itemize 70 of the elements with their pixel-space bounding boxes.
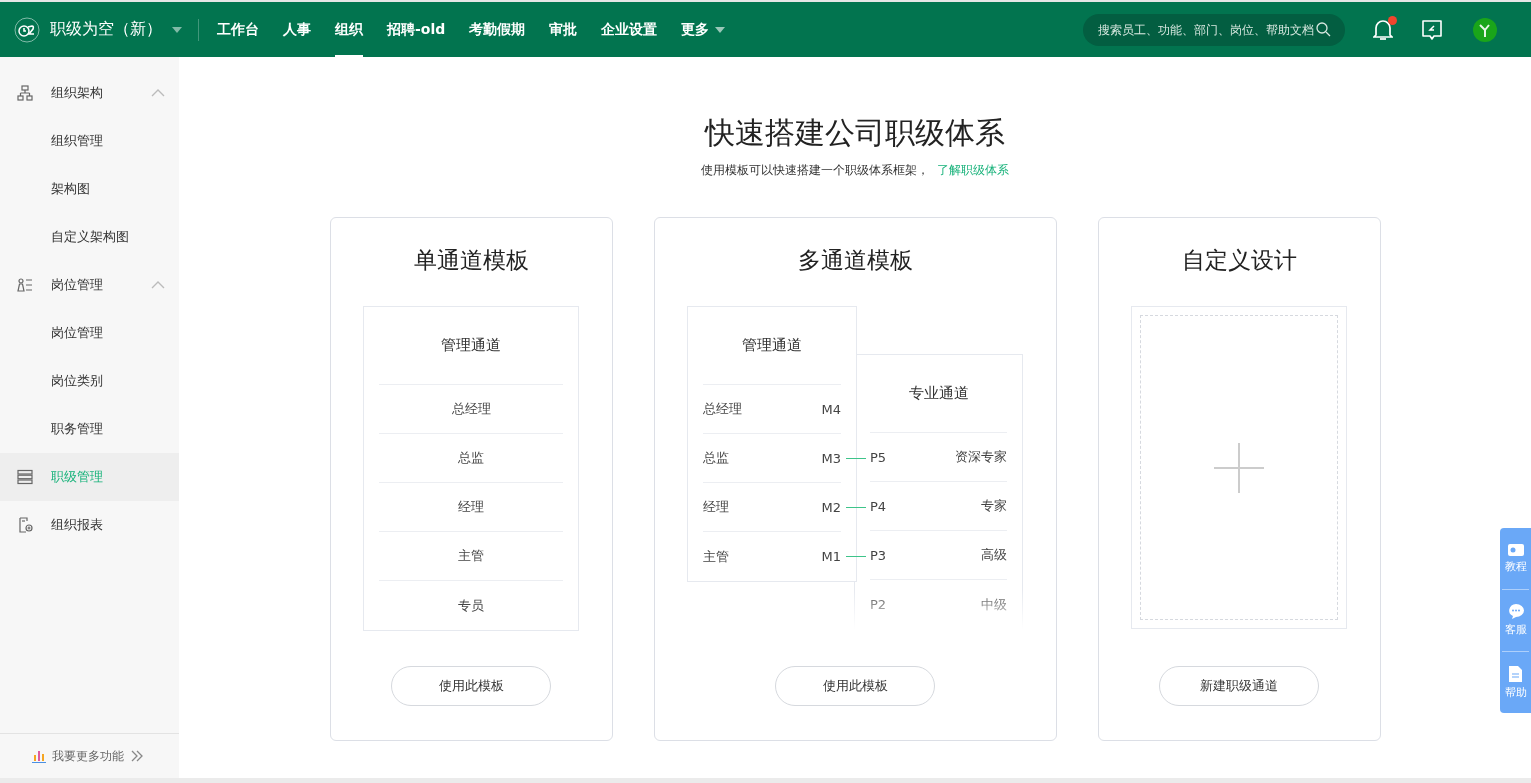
logo-icon <box>14 16 40 43</box>
nav-tab[interactable]: 审批 <box>549 1 578 58</box>
template-button[interactable]: 使用此模板 <box>391 666 551 706</box>
level-code: M1 <box>821 549 841 564</box>
sidebar-item[interactable]: 岗位管理 <box>0 309 179 357</box>
channel-title: 管理通道 <box>742 336 802 355</box>
level-code: P5 <box>870 449 887 465</box>
chevron-up-icon[interactable] <box>151 281 165 289</box>
level-name: 中级 <box>981 595 1007 614</box>
card-title: 自定义设计 <box>1181 246 1297 275</box>
chevron-up-icon[interactable] <box>151 89 165 97</box>
level-name: 总监 <box>458 449 484 467</box>
card-title: 单通道模板 <box>413 246 529 275</box>
more-menu[interactable]: 更多 <box>681 20 726 39</box>
bar-chart-icon <box>32 749 46 763</box>
level-code: P4 <box>870 498 887 514</box>
plus-icon[interactable] <box>1214 442 1264 493</box>
caret-icon[interactable] <box>715 26 726 33</box>
org-chart-icon <box>17 85 33 101</box>
document-icon <box>1509 665 1522 682</box>
card-title: 多通道模板 <box>797 246 913 275</box>
more-features-link[interactable]: 我要更多功能 <box>52 747 124 765</box>
report-icon <box>17 517 33 533</box>
channel-title: 专业通道 <box>908 384 969 403</box>
sidebar-item[interactable]: 职务管理 <box>0 405 179 453</box>
level-name: 总经理 <box>451 400 491 418</box>
video-card-icon <box>1507 543 1524 556</box>
search-field[interactable]: 搜索员工、功能、部门、岗位、帮助文档 <box>1083 13 1345 46</box>
search-icon[interactable] <box>1316 22 1331 37</box>
level-name: 资深专家 <box>955 448 1007 466</box>
level-code: P2 <box>870 597 887 612</box>
nav-tab[interactable]: 招聘-old <box>387 1 446 58</box>
stacked-rows-icon <box>17 469 33 485</box>
company-name[interactable]: 职级为空（新） <box>50 19 162 40</box>
sidebar-item[interactable]: 岗位类别 <box>0 357 179 405</box>
level-name: 总经理 <box>703 400 742 418</box>
sidebar-item[interactable]: 组织管理 <box>0 117 179 165</box>
level-name: 高级 <box>981 546 1007 564</box>
level-code: P3 <box>870 547 887 563</box>
sidebar-item[interactable]: 组织报表 <box>0 501 179 549</box>
level-name: 专员 <box>458 596 484 615</box>
page-subtitle: 使用模板可以快速搭建一个职级体系框架， 了解职级体系 <box>701 162 1009 179</box>
level-code: M2 <box>821 499 841 515</box>
channel-title: 管理通道 <box>441 336 501 355</box>
sidebar-group[interactable]: 组织架构 <box>0 69 179 117</box>
sidebar-group[interactable]: 岗位管理 <box>0 261 179 309</box>
caret-icon[interactable] <box>172 26 182 33</box>
person-list-icon <box>17 277 33 293</box>
level-name: 专家 <box>981 497 1007 515</box>
nav-tab[interactable]: 考勤假期 <box>469 1 526 58</box>
chat-icon[interactable] <box>1421 18 1443 41</box>
level-name: 主管 <box>703 547 729 566</box>
nav-tab[interactable]: 企业设置 <box>601 1 658 58</box>
sidebar-item[interactable]: 自定义架构图 <box>0 213 179 261</box>
sidebar-item[interactable]: 架构图 <box>0 165 179 213</box>
level-name: 总监 <box>703 449 729 467</box>
nav-tab[interactable]: 工作台 <box>217 1 259 58</box>
level-name: 经理 <box>458 498 484 516</box>
chat-bubble-icon <box>1507 604 1524 619</box>
level-name: 主管 <box>458 547 484 565</box>
level-name: 经理 <box>703 498 729 516</box>
bell-icon[interactable] <box>1373 18 1393 41</box>
double-chevron-icon[interactable] <box>130 750 144 762</box>
level-code: M3 <box>821 450 841 466</box>
nav-tab[interactable]: 人事 <box>283 1 311 58</box>
avatar[interactable] <box>1473 17 1497 42</box>
level-code: M4 <box>821 401 841 417</box>
template-button[interactable]: 使用此模板 <box>775 666 935 706</box>
template-button[interactable]: 新建职级通道 <box>1159 666 1319 706</box>
page-title: 快速搭建公司职级体系 <box>705 114 1005 152</box>
